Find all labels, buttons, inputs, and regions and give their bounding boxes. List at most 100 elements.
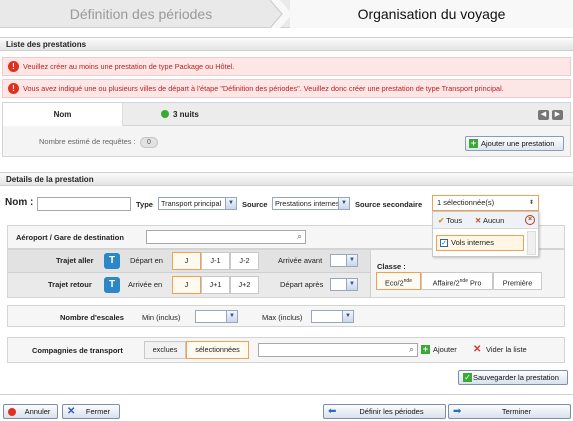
plus-icon: + [421, 344, 430, 354]
close-icon: ✕ [67, 406, 76, 417]
depart-apres-select[interactable]: ▼ [330, 278, 358, 291]
requetes-value: 0 [140, 137, 158, 148]
transport-icon: T [104, 253, 120, 269]
chevron-down-icon: ▼ [225, 198, 236, 209]
nom-input[interactable] [37, 197, 131, 211]
terminer-button[interactable]: ➡ Terminer [448, 404, 571, 419]
alert-transport: ! Vous avez indiqué une ou plusieurs vil… [2, 79, 571, 98]
error-icon: ! [8, 83, 19, 94]
stop-icon [8, 408, 16, 416]
compagnie-search-input[interactable]: ⌕ [258, 343, 418, 357]
source-label: Source [242, 200, 268, 209]
classe-panel: Classe : Eco/2nde Affaire/2nde Pro Premi… [370, 250, 564, 297]
tab-classe-eco[interactable]: Eco/2nde [376, 272, 421, 290]
escales-label: Nombre d'escales [60, 313, 124, 322]
trajet-aller-label: Trajet aller [56, 256, 94, 265]
tab-retour-j+2[interactable]: J+2 [230, 276, 259, 294]
chevron-down-icon: ▼ [338, 198, 349, 209]
nom-label: Nom : [5, 197, 34, 208]
arrivee-en-label: Arrivée en [128, 280, 163, 289]
checkbox-icon: ✓ [440, 239, 448, 247]
wizard-step-periodes[interactable]: Définition des périodes [0, 0, 282, 28]
alert-package: ! Veuillez créer au moins une prestation… [2, 57, 571, 76]
prestations-table: Nom 3 nuits ◀ ▶ Nombre estimé de requête… [2, 102, 571, 157]
save-prestation-button[interactable]: ✓ Sauvegarder la prestation [458, 370, 568, 385]
section-header-prestations: Liste des prestations [0, 37, 573, 51]
check-icon: ✓ [463, 373, 472, 382]
option-vols-internes[interactable]: ✓ Vols internes [436, 235, 524, 251]
tab-retour-j[interactable]: J [172, 276, 201, 294]
tab-exclues[interactable]: exclues [144, 341, 186, 359]
chevron-down-icon: ▼ [346, 255, 357, 266]
section-header-details: Details de la prestation [0, 172, 573, 186]
chevron-down-icon: ▼ [226, 311, 237, 322]
close-icon: ✕ [473, 344, 482, 355]
requetes-label: Nombre estimé de requêtes : [39, 137, 136, 146]
check-icon: ✔ [438, 216, 445, 225]
source2-label: Source secondaire [355, 200, 423, 209]
escales-min-label: Min (inclus) [142, 313, 181, 322]
type-select[interactable]: Transport principal ▼ [158, 197, 237, 210]
fermer-button[interactable]: ✕ Fermer [62, 404, 120, 419]
wizard-arrow-icon [270, 0, 292, 28]
add-prestation-button[interactable]: + Ajouter une prestation [465, 136, 564, 151]
tab-selectionnees[interactable]: sélectionnées [186, 341, 249, 359]
transport-icon: T [104, 277, 120, 293]
close-icon: ✕ [475, 216, 482, 225]
arrow-right-icon: ➡ [453, 406, 462, 417]
alert-transport-text: Vous avez indiqué une ou plusieurs ville… [23, 84, 504, 93]
col-nuits: 3 nuits [173, 110, 199, 119]
source-select[interactable]: Prestations internes ▼ [272, 197, 350, 210]
updown-icon: ⬍ [528, 200, 534, 206]
add-prestation-label: Ajouter une prestation [481, 139, 555, 148]
search-icon: ⌕ [296, 231, 302, 241]
compagnies-label: Compagnies de transport [32, 346, 123, 355]
arrivee-avant-label: Arrivée avant [278, 256, 323, 265]
ajouter-label: Ajouter [433, 345, 457, 354]
wizard-header: Définition des périodes Organisation du … [0, 0, 573, 28]
type-label: Type [136, 200, 153, 209]
plus-icon: + [469, 138, 478, 148]
source2-dropdown: ✔ Tous ✕ Aucun × ✓ Vols internes [432, 211, 539, 257]
source2-multiselect[interactable]: 1 sélectionnée(s) ⬍ [432, 195, 539, 211]
arrivee-avant-select[interactable]: ▼ [330, 254, 358, 267]
scroll-left-icon[interactable]: ◀ [538, 110, 549, 120]
depart-apres-label: Départ après [280, 280, 324, 289]
escales-max-label: Max (inclus) [262, 313, 303, 322]
escales-max-select[interactable]: ▼ [311, 310, 354, 323]
classe-label: Classe : [377, 262, 406, 271]
scroll-right-icon[interactable]: ▶ [552, 110, 563, 120]
col-nom: Nom [3, 103, 123, 126]
arrow-left-icon: ⬅ [328, 406, 337, 417]
wizard-step-organisation: Organisation du voyage [290, 0, 573, 28]
aeroport-input[interactable]: ⌕ [146, 230, 306, 244]
table-header: Nom 3 nuits ◀ ▶ [3, 103, 570, 126]
tab-aller-j-1[interactable]: J-1 [201, 252, 230, 270]
tab-retour-j+1[interactable]: J+1 [201, 276, 230, 294]
tab-classe-affaire[interactable]: Affaire/2nde Pro [421, 272, 493, 290]
search-icon: ⌕ [408, 344, 414, 354]
tab-classe-premiere[interactable]: Première [493, 272, 542, 290]
compagnies-row: Compagnies de transport exclues sélectio… [7, 337, 565, 363]
definir-periodes-button[interactable]: ⬅ Définir les périodes [323, 404, 446, 419]
tab-aller-j-2[interactable]: J-2 [230, 252, 259, 270]
aeroport-label: Aéroport / Gare de destination [16, 233, 124, 242]
chevron-down-icon: ▼ [342, 311, 353, 322]
trajet-retour-label: Trajet retour [48, 280, 92, 289]
depart-en-label: Départ en [130, 256, 163, 265]
tab-aller-j[interactable]: J [172, 252, 201, 270]
check-icon [161, 110, 169, 118]
chevron-down-icon: ▼ [346, 279, 357, 290]
vider-label: Vider la liste [486, 345, 527, 354]
escales-min-select[interactable]: ▼ [195, 310, 238, 323]
source-select-value: Prestations internes [275, 199, 340, 208]
ajouter-compagnie-button[interactable]: + Ajouter [421, 343, 457, 357]
select-all-button[interactable]: ✔ Tous [438, 216, 462, 225]
select-none-button[interactable]: ✕ Aucun [475, 216, 504, 225]
vider-liste-button[interactable]: ✕ Vider la liste [473, 343, 527, 357]
close-dropdown-icon[interactable]: × [525, 215, 535, 225]
annuler-button[interactable]: Annuler [3, 404, 58, 419]
error-icon: ! [8, 61, 19, 72]
dropdown-scrollbar[interactable] [527, 231, 536, 255]
alert-package-text: Veuillez créer au moins une prestation d… [23, 62, 235, 71]
